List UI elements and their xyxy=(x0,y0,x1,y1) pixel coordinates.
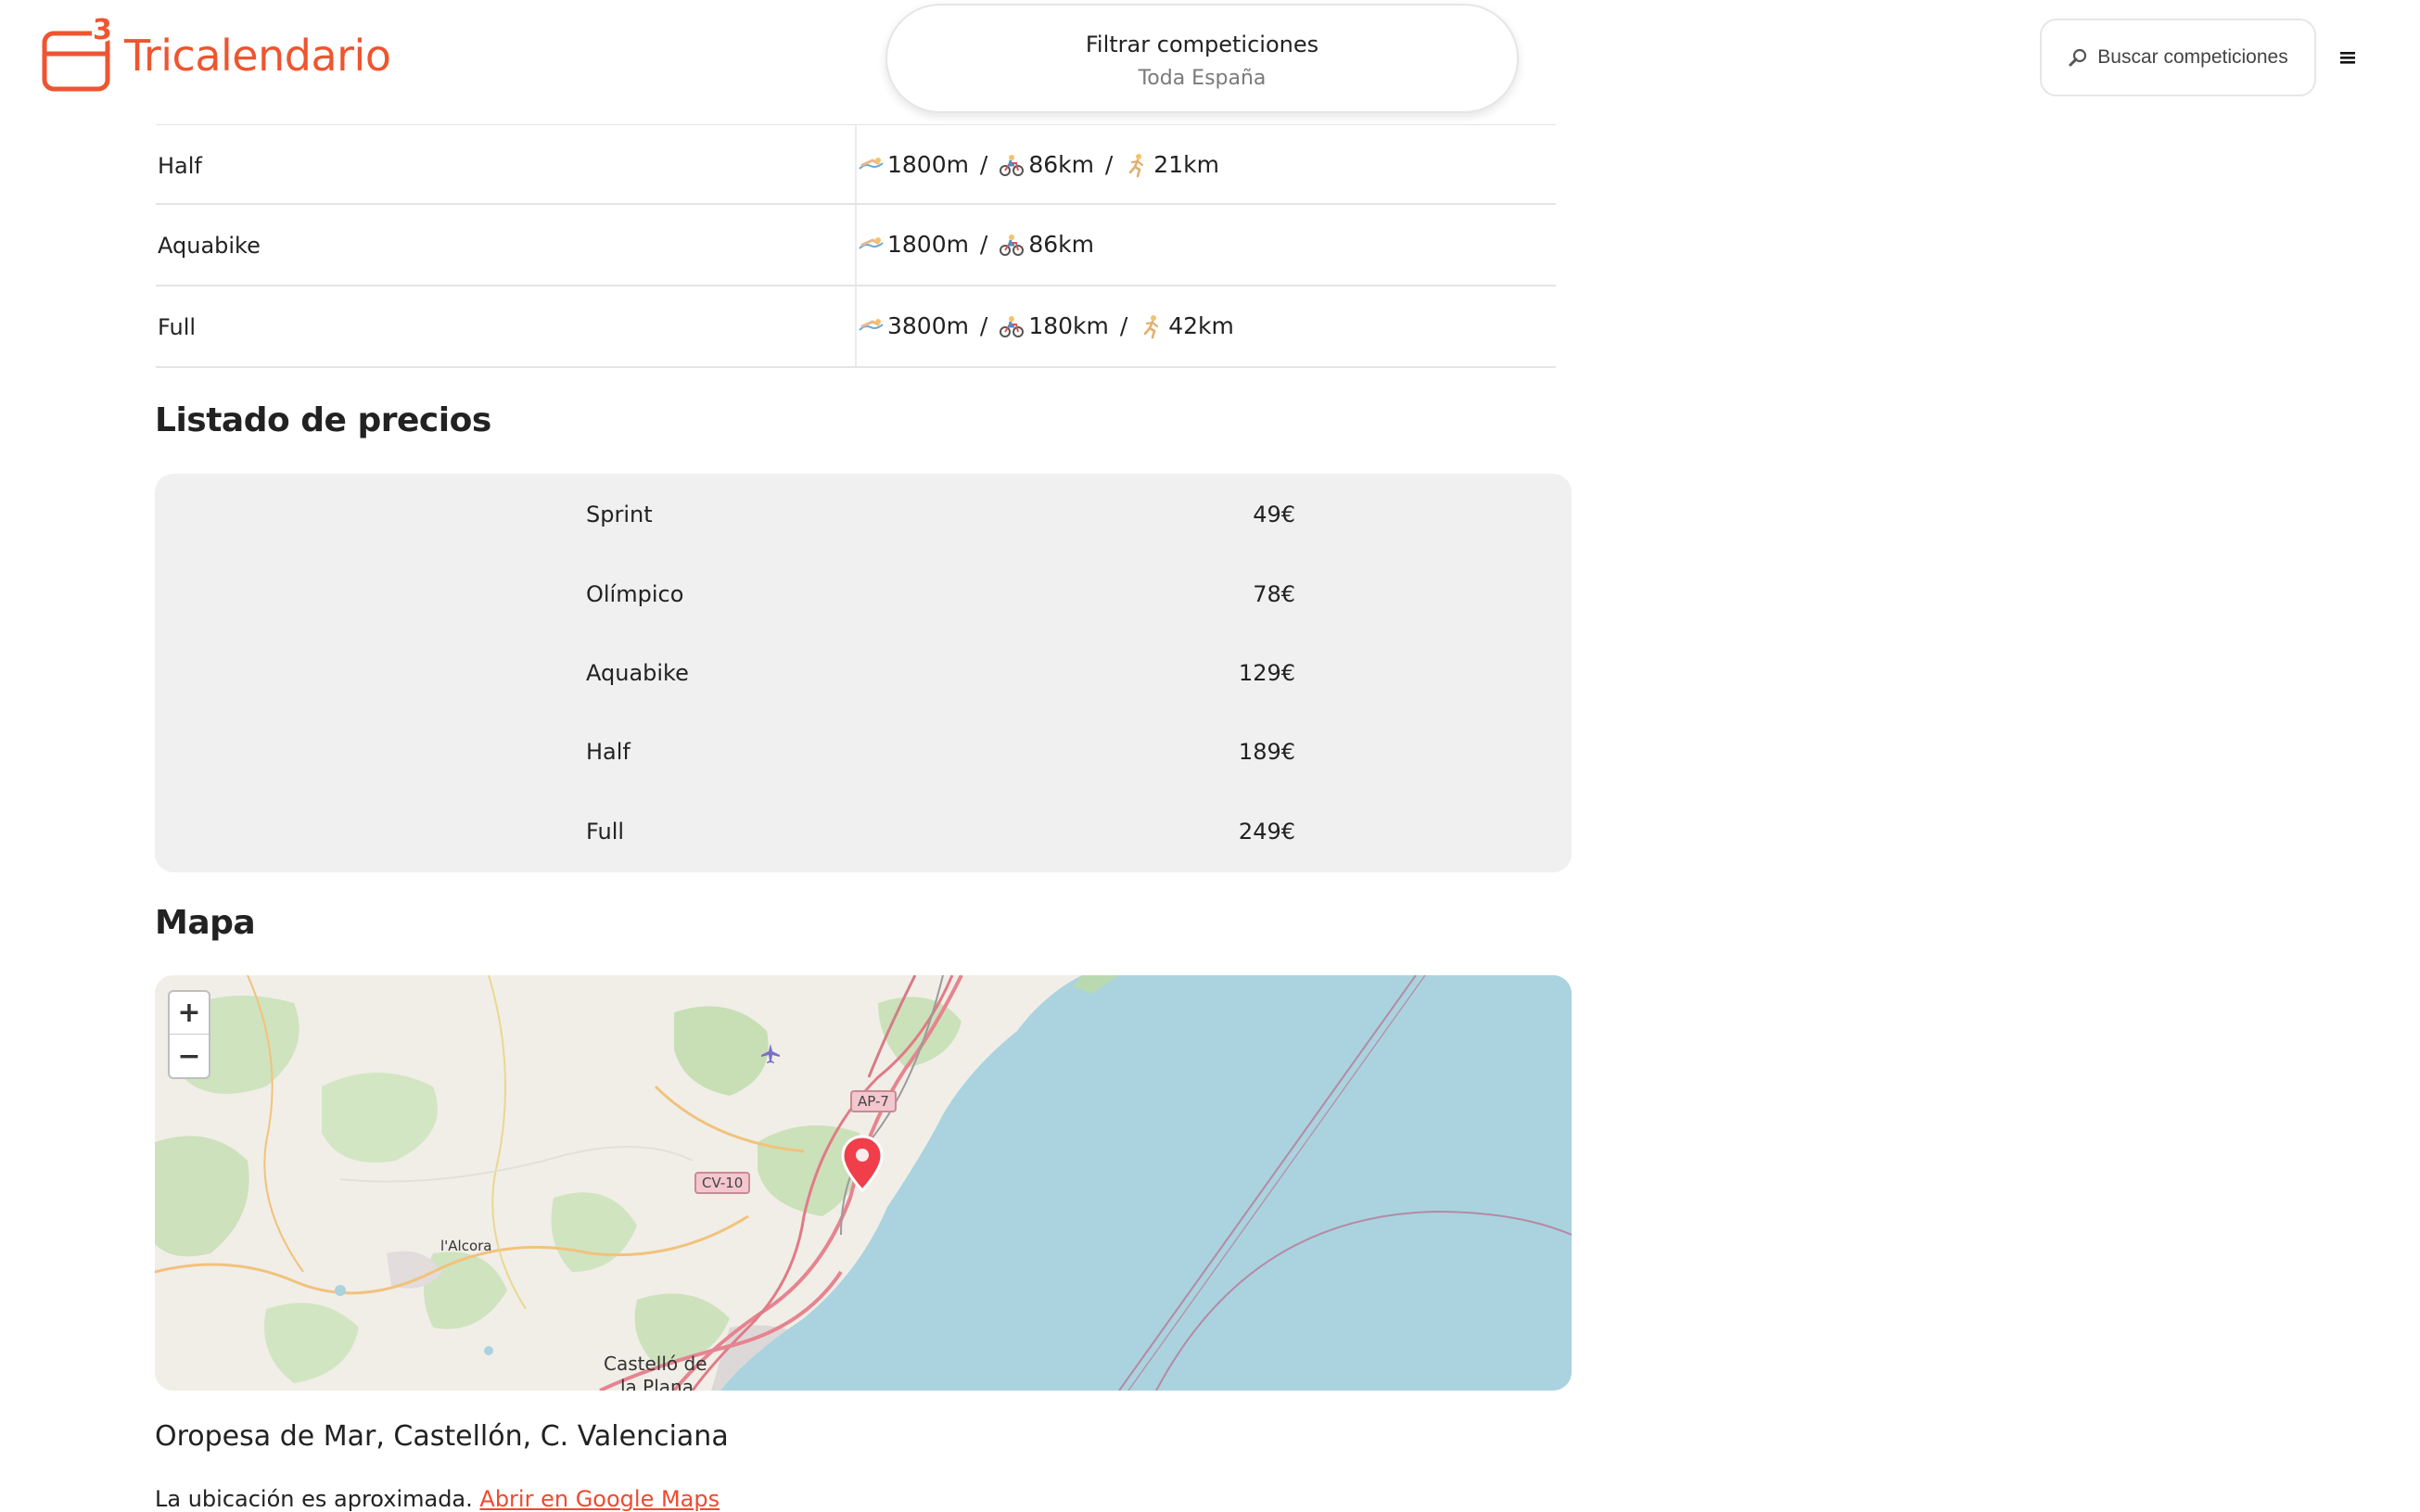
zoom-out-button[interactable]: − xyxy=(170,1035,209,1077)
separator: / xyxy=(972,312,996,339)
calendar-logo-icon: 3 xyxy=(42,17,115,92)
map-label-alcora: l'Alcora xyxy=(440,1238,492,1254)
filter-title: Filtrar competiciones xyxy=(1085,32,1319,57)
price-name: Aquabike xyxy=(586,660,689,686)
cyclist-icon xyxy=(1000,154,1025,176)
distance-name: Half xyxy=(158,153,202,179)
runner-icon xyxy=(1143,314,1159,338)
run-distance: 42km xyxy=(1168,312,1234,339)
separator: / xyxy=(1097,151,1121,178)
prices-heading: Listado de precios xyxy=(155,401,491,439)
table-row: Half 1800m / 86km / 21km xyxy=(156,123,1556,205)
swimmer-icon xyxy=(859,157,884,170)
logo[interactable]: 3 Tricalendario xyxy=(41,17,391,95)
swimmer-icon xyxy=(859,236,884,249)
run-distance: 21km xyxy=(1153,151,1219,178)
filter-competitions-button[interactable]: Filtrar competiciones Toda España xyxy=(885,4,1519,113)
distance-name: Full xyxy=(158,314,197,340)
price-amount: 129€ xyxy=(1238,660,1295,686)
road-shield-ap7: AP-7 xyxy=(850,1090,897,1112)
map-heading: Mapa xyxy=(155,904,256,942)
table-row: Aquabike 1800m / 86km xyxy=(156,205,1556,286)
distance-value: 1800m / 86km xyxy=(858,231,1094,258)
search-icon xyxy=(2069,48,2087,67)
filter-subtitle: Toda España xyxy=(1138,67,1267,90)
logo-text: Tricalendario xyxy=(124,31,391,81)
price-amount: 78€ xyxy=(1253,581,1295,607)
swimmer-icon xyxy=(859,318,884,331)
cyclist-icon xyxy=(1000,315,1025,337)
separator: / xyxy=(972,151,996,178)
bike-distance: 86km xyxy=(1028,231,1094,258)
separator: / xyxy=(972,231,996,258)
site-header: 3 Tricalendario Filtrar competiciones To… xyxy=(0,0,2420,124)
prices-table: Sprint 49€ Olímpico 78€ Aquabike 129€ Ha… xyxy=(155,474,1572,872)
distance-value: 1800m / 86km / 21km xyxy=(858,151,1219,178)
bike-distance: 180km xyxy=(1028,312,1109,339)
price-amount: 49€ xyxy=(1253,502,1295,527)
open-google-maps-link[interactable]: Abrir en Google Maps xyxy=(479,1486,720,1512)
price-name: Sprint xyxy=(586,502,653,527)
search-competitions-button[interactable]: Buscar competiciones xyxy=(2040,19,2316,96)
zoom-in-button[interactable]: + xyxy=(170,992,209,1035)
zoom-control: + − xyxy=(168,990,210,1079)
price-row: Full 249€ xyxy=(155,819,1572,856)
cyclist-icon xyxy=(1000,234,1025,256)
map-view[interactable]: l'Alcora Castelló de la Plana AP-7 CV-10… xyxy=(155,975,1572,1391)
distances-table: Half 1800m / 86km / 21km Aquabike 1800m … xyxy=(156,123,1556,368)
search-label: Buscar competiciones xyxy=(2097,46,2288,68)
svg-text:3: 3 xyxy=(93,17,112,46)
approx-text: La ubicación es aproximada. xyxy=(155,1486,473,1512)
table-row: Full 3800m / 180km / 42km xyxy=(156,286,1556,368)
distance-value: 3800m / 180km / 42km xyxy=(858,312,1234,339)
swim-distance: 1800m xyxy=(887,231,969,258)
price-row: Half 189€ xyxy=(155,739,1572,776)
bike-distance: 86km xyxy=(1028,151,1094,178)
separator: / xyxy=(1112,312,1136,339)
airport-icon xyxy=(761,1044,780,1063)
price-name: Olímpico xyxy=(586,581,684,607)
price-row: Sprint 49€ xyxy=(155,502,1572,539)
road-shield-cv10: CV-10 xyxy=(694,1172,751,1194)
runner-icon xyxy=(1128,153,1144,177)
address-text: Oropesa de Mar, Castellón, C. Valenciana xyxy=(155,1420,729,1453)
price-name: Half xyxy=(586,739,630,765)
swim-distance: 1800m xyxy=(887,151,969,178)
map-label-castello: Castelló de xyxy=(604,1353,707,1375)
price-row: Olímpico 78€ xyxy=(155,581,1572,618)
price-amount: 249€ xyxy=(1238,819,1295,845)
approx-location-note: La ubicación es aproximada. Abrir en Goo… xyxy=(155,1486,720,1512)
distance-name: Aquabike xyxy=(158,233,261,259)
hamburger-menu-icon[interactable] xyxy=(2335,46,2361,69)
price-name: Full xyxy=(586,819,625,845)
price-row: Aquabike 129€ xyxy=(155,660,1572,697)
price-amount: 189€ xyxy=(1238,739,1295,765)
location-marker-icon[interactable] xyxy=(841,1135,884,1192)
swim-distance: 3800m xyxy=(887,312,969,339)
map-label-castello-2: la Plana xyxy=(620,1376,694,1391)
